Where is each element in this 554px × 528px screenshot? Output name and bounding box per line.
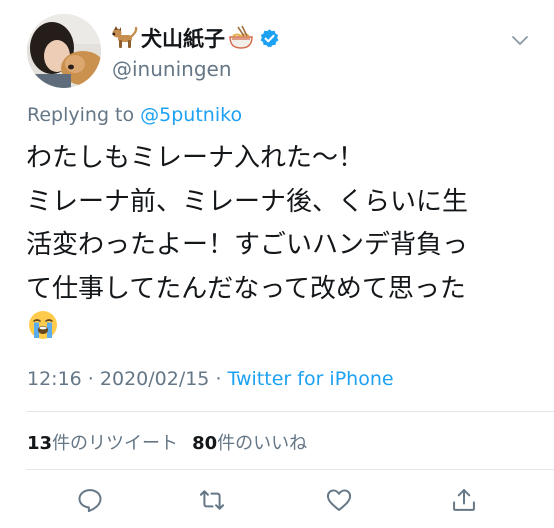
tweet-date[interactable]: 2020/02/15 xyxy=(100,368,210,390)
dog-emoji-icon xyxy=(112,26,138,48)
tweet-text-line: て仕事してたんだなって改めて思った xyxy=(26,273,466,304)
tweet-stats: 13件のリツイート 80件のいいね xyxy=(27,429,307,455)
tweet-detail: 犬山紙子 @inuningen Replying to @5putniko わた… xyxy=(0,0,554,528)
reply-icon[interactable] xyxy=(76,486,104,514)
replying-to: Replying to @5putniko xyxy=(27,104,242,126)
share-icon[interactable] xyxy=(450,486,478,514)
tweet-text: わたしもミレーナ入れた〜！ ミレーナ前、ミレーナ後、くらいに生 活変わったよー！… xyxy=(26,137,526,311)
likes-stat[interactable]: 80件のいいね xyxy=(192,433,307,454)
avatar[interactable] xyxy=(27,14,101,88)
divider xyxy=(26,469,554,470)
tweet-text-line: 活変わったよー！すごいハンデ背負っ xyxy=(26,230,469,260)
verified-badge-icon xyxy=(260,28,279,47)
divider xyxy=(26,411,554,412)
meta-separator: · xyxy=(81,368,100,390)
likes-label: 件のいいね xyxy=(217,433,308,454)
avatar-photo xyxy=(27,14,101,88)
tweet-action-bar xyxy=(0,480,554,520)
retweets-label: 件のリツイート xyxy=(52,433,179,454)
display-name[interactable]: 犬山紙子 xyxy=(140,23,226,53)
tweet-source-link[interactable]: Twitter for iPhone xyxy=(228,368,394,390)
tweet-text-line: わたしもミレーナ入れた〜！ xyxy=(26,143,365,173)
loudly-crying-face-emoji-icon xyxy=(29,311,57,339)
heart-icon[interactable] xyxy=(325,486,353,514)
ramen-bowl-emoji-icon xyxy=(229,25,253,49)
retweet-icon[interactable] xyxy=(198,486,226,514)
tweet-text-line: ミレーナ前、ミレーナ後、くらいに生 xyxy=(26,186,469,217)
retweets-stat[interactable]: 13件のリツイート xyxy=(27,433,178,454)
replying-prefix: Replying to xyxy=(27,104,141,126)
retweets-count: 13 xyxy=(27,433,53,454)
meta-separator: · xyxy=(209,368,228,390)
tweet-meta: 12:16 · 2020/02/15 · Twitter for iPhone xyxy=(27,368,394,390)
reply-mention-link[interactable]: @5putniko xyxy=(140,104,242,126)
likes-count: 80 xyxy=(192,433,218,454)
tweet-time[interactable]: 12:16 xyxy=(27,368,82,390)
author-name-row[interactable]: 犬山紙子 xyxy=(112,24,280,52)
author-handle[interactable]: @inuningen xyxy=(112,57,232,81)
chevron-down-icon[interactable] xyxy=(508,28,532,52)
